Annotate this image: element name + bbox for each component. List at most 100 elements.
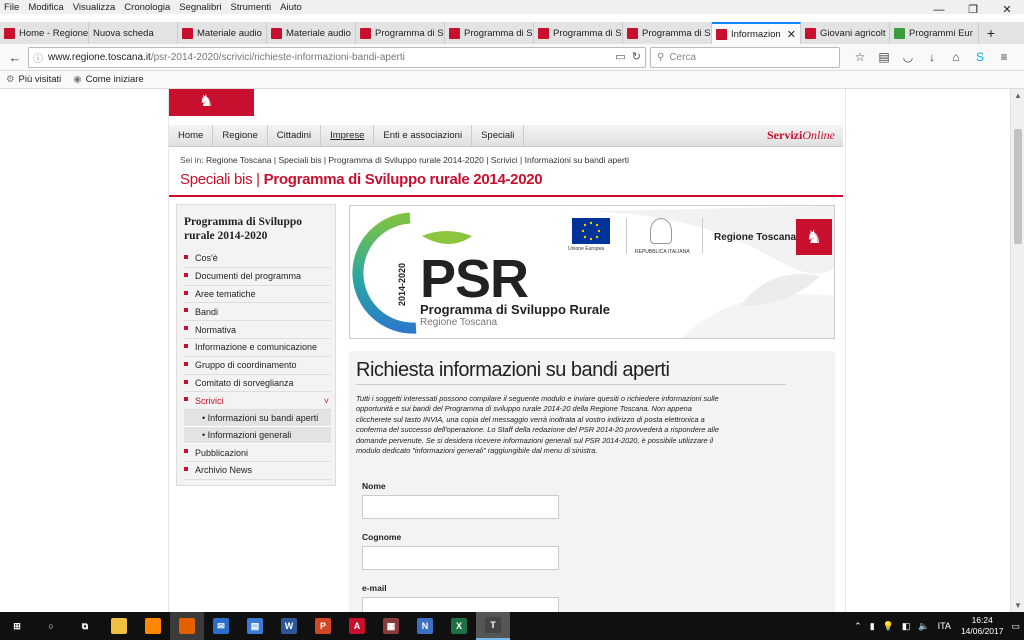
cognome-input[interactable] bbox=[362, 546, 559, 570]
email-input[interactable] bbox=[362, 597, 559, 612]
nav-item-imprese[interactable]: Imprese bbox=[321, 124, 375, 147]
sidebar-item[interactable]: Informazione e comunicazione bbox=[184, 339, 331, 357]
file-explorer-taskbar-button[interactable]: ▆ bbox=[102, 612, 136, 640]
nav-item-enti-e-associazioni[interactable]: Enti e associazioni bbox=[374, 124, 473, 147]
republic-label: REPUBBLICA ITALIANA bbox=[635, 249, 690, 255]
acrobat-taskbar-button[interactable]: A bbox=[340, 612, 374, 640]
bookmark-most-visited[interactable]: ⚙ Più visitati bbox=[6, 74, 61, 85]
sidebar-item[interactable]: Aree tematiche bbox=[184, 286, 331, 304]
back-icon[interactable]: ← bbox=[4, 50, 26, 65]
browser-tab[interactable]: Programma di S bbox=[534, 22, 623, 44]
nome-input[interactable] bbox=[362, 495, 559, 519]
sidebar-item[interactable]: Normativa bbox=[184, 321, 331, 339]
browser-tab[interactable]: Programma di S bbox=[445, 22, 534, 44]
minimize-button[interactable]: — bbox=[922, 0, 956, 20]
browser-tab[interactable]: Programmi Eur bbox=[890, 22, 979, 44]
intro-text: Tutti i soggetti interessati possono com… bbox=[356, 394, 719, 456]
onenote-taskbar-button[interactable]: N bbox=[408, 612, 442, 640]
browser-tab[interactable]: Home - Regione bbox=[0, 22, 89, 44]
browser-tab[interactable]: Nuova scheda bbox=[89, 22, 178, 44]
browser-tab[interactable]: Materiale audio bbox=[178, 22, 267, 44]
sidebar-item[interactable]: Documenti del programma bbox=[184, 268, 331, 286]
close-tab-icon[interactable]: ✕ bbox=[787, 28, 796, 41]
menu-icon[interactable]: ≡ bbox=[992, 50, 1016, 64]
title-section: Speciali bis | bbox=[180, 171, 260, 188]
download-icon[interactable]: ↓ bbox=[920, 50, 944, 64]
battery-icon[interactable]: ▮ bbox=[870, 621, 875, 632]
psr-region: Regione Toscana bbox=[420, 317, 498, 328]
browser-tab[interactable]: Programma di S bbox=[623, 22, 712, 44]
scroll-up-icon[interactable]: ▲ bbox=[1011, 91, 1024, 100]
skype-icon[interactable]: S bbox=[968, 50, 992, 64]
volume-icon[interactable]: 🔈 bbox=[918, 621, 929, 632]
home-icon[interactable]: ⌂ bbox=[944, 50, 968, 64]
servizi-online-link[interactable]: ServiziOnline bbox=[767, 128, 835, 143]
acrobat-icon: A bbox=[349, 618, 365, 634]
sidebar-item[interactable]: Bandi bbox=[184, 303, 331, 322]
nav-item-cittadini[interactable]: Cittadini bbox=[268, 124, 322, 147]
nav-item-regione[interactable]: Regione bbox=[213, 124, 268, 147]
sidebar-item-label: Pubblicazioni bbox=[195, 447, 249, 458]
sidebar-item[interactable]: Pubblicazioni bbox=[184, 444, 331, 462]
bookmark-getting-started[interactable]: ◉ Come iniziare bbox=[73, 74, 143, 85]
clock[interactable]: 16:24 14/06/2017 bbox=[961, 615, 1004, 637]
menu-item-strumenti[interactable]: Strumenti bbox=[231, 2, 272, 13]
url-bar[interactable]: ⓘ www.regione.toscana.it /psr-2014-2020/… bbox=[28, 46, 646, 68]
breadcrumb: Sei in: Regione Toscana | Speciali bis |… bbox=[180, 155, 629, 165]
sidebar-subitem[interactable]: • Informazioni generali bbox=[184, 427, 331, 445]
sidebar-item[interactable]: Gruppo di coordinamento bbox=[184, 357, 331, 375]
menu-item-aiuto[interactable]: Aiuto bbox=[280, 2, 302, 13]
network-icon[interactable]: ◧ bbox=[902, 621, 911, 632]
thunderbird-taskbar-button[interactable]: ✉ bbox=[204, 612, 238, 640]
menu-item-segnalibri[interactable]: Segnalibri bbox=[179, 2, 221, 13]
menu-item-file[interactable]: File bbox=[4, 2, 19, 13]
vlc-taskbar-button[interactable]: ▲ bbox=[136, 612, 170, 640]
sidebar-item[interactable]: Scrivici ˅ bbox=[184, 392, 331, 411]
excel-taskbar-button[interactable]: X bbox=[442, 612, 476, 640]
sidebar-item[interactable]: Comitato di sorveglianza bbox=[184, 375, 331, 393]
text-app-taskbar-button[interactable]: T bbox=[476, 612, 510, 640]
menu-item-cronologia[interactable]: Cronologia bbox=[124, 2, 170, 13]
regione-logo[interactable]: ♞ bbox=[169, 89, 254, 116]
pocket-icon[interactable]: ◡ bbox=[896, 50, 920, 64]
bookmark-star-icon[interactable]: ☆ bbox=[848, 50, 872, 64]
browser-tab[interactable]: Materiale audio bbox=[267, 22, 356, 44]
search-taskbar-button[interactable]: ○ bbox=[34, 612, 68, 640]
task-view-taskbar-button[interactable]: ⧉ bbox=[68, 612, 102, 640]
reader-icon[interactable]: ▭ ↻ bbox=[615, 50, 641, 63]
browser-tab[interactable]: Giovani agricolt bbox=[801, 22, 890, 44]
language-indicator[interactable]: ITA bbox=[938, 621, 951, 631]
show-hidden-icons-icon[interactable]: ⌃ bbox=[854, 621, 862, 632]
sidebar-item[interactable]: Cos'è bbox=[184, 250, 331, 268]
browser-tab[interactable]: Informazion ✕ bbox=[712, 22, 801, 44]
close-window-button[interactable]: ✕ bbox=[990, 0, 1024, 20]
notepad-taskbar-button[interactable]: ▤ bbox=[238, 612, 272, 640]
sidebar-item[interactable]: Archivio News bbox=[184, 462, 331, 480]
info-icon[interactable]: ⓘ bbox=[33, 50, 43, 65]
library-icon[interactable]: ▤ bbox=[872, 50, 896, 64]
menu-item-visualizza[interactable]: Visualizza bbox=[73, 2, 116, 13]
tab-label: Giovani agricolt bbox=[820, 27, 886, 39]
menu-item-modifica[interactable]: Modifica bbox=[28, 2, 63, 13]
scrollbar[interactable]: ▲ ▼ bbox=[1010, 89, 1024, 612]
firefox-taskbar-button[interactable]: ● bbox=[170, 612, 204, 640]
chevron-down-icon[interactable]: ˅ bbox=[324, 396, 329, 406]
winrar-taskbar-button[interactable]: ▦ bbox=[374, 612, 408, 640]
gear-icon: ⚙ bbox=[6, 74, 15, 85]
restore-button[interactable]: ❐ bbox=[956, 0, 990, 20]
breadcrumb-links[interactable]: Regione Toscana | Speciali bis | Program… bbox=[206, 155, 629, 165]
word-taskbar-button[interactable]: W bbox=[272, 612, 306, 640]
search-input[interactable]: ⚲ Cerca bbox=[650, 46, 840, 68]
start-taskbar-button[interactable]: ⊞ bbox=[0, 612, 34, 640]
nav-item-speciali[interactable]: Speciali bbox=[472, 124, 525, 147]
new-tab-button[interactable]: + bbox=[979, 22, 1003, 44]
nav-item-home[interactable]: Home bbox=[169, 124, 214, 147]
tips-icon[interactable]: 💡 bbox=[883, 621, 894, 632]
sidebar-subitem[interactable]: • Informazioni su bandi aperti bbox=[184, 410, 331, 428]
search-icon: ⚲ bbox=[657, 51, 665, 63]
powerpoint-taskbar-button[interactable]: P bbox=[306, 612, 340, 640]
notifications-icon[interactable]: ▭ bbox=[1011, 621, 1020, 632]
scrollbar-thumb[interactable] bbox=[1014, 129, 1022, 244]
scroll-down-icon[interactable]: ▼ bbox=[1011, 601, 1024, 610]
browser-tab[interactable]: Programma di S bbox=[356, 22, 445, 44]
